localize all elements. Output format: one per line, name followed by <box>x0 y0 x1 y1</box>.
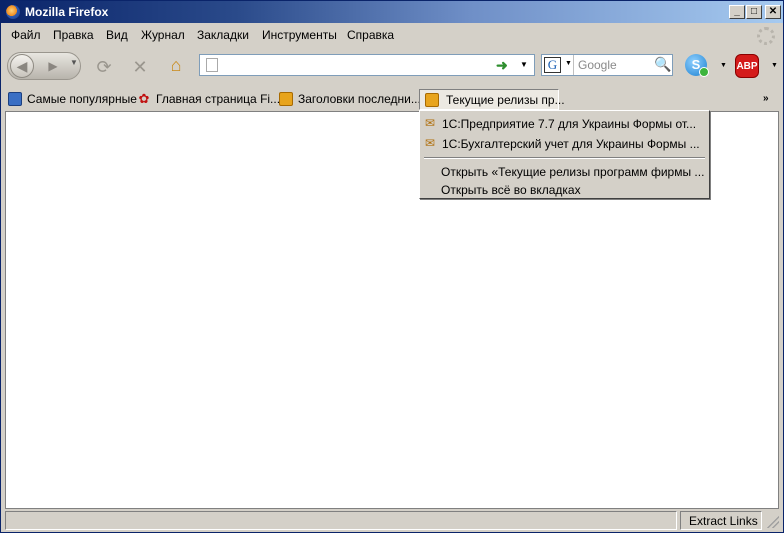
back-forward-group: ◀ ▶ ▼ <box>7 52 81 80</box>
popup-item-1c-enterprise[interactable]: ✉ 1С:Предприятие 7.7 для Украины Формы о… <box>422 114 707 132</box>
resize-grip-icon[interactable] <box>767 516 779 528</box>
skype-dropdown-icon[interactable]: ▼ <box>720 62 727 69</box>
navigation-toolbar: ◀ ▶ ▼ ⟳ ✕ ⌂ ➜ ▼ G ▼ Google 🔍 S ▼ ABP ▼ <box>1 47 783 87</box>
skype-status-icon <box>699 67 709 77</box>
forward-arrow-icon: ▶ <box>48 59 58 73</box>
go-arrow-icon[interactable]: ➜ <box>496 57 508 74</box>
page-icon <box>206 58 218 72</box>
bookmark-folder-popup: ✉ 1С:Предприятие 7.7 для Украины Формы о… <box>419 110 710 199</box>
search-bar: G ▼ Google 🔍 <box>541 54 673 76</box>
bookmark-label: Текущие релизы пр... <box>446 93 565 107</box>
window-title: Mozilla Firefox <box>25 5 109 19</box>
minimize-button[interactable]: _ <box>729 5 745 19</box>
search-input[interactable]: Google <box>578 58 617 72</box>
bookmark-label: Самые популярные <box>27 92 137 106</box>
history-dropdown-icon[interactable]: ▼ <box>70 58 78 67</box>
menu-edit[interactable]: Правка <box>53 28 94 42</box>
popup-item-label: 1С:Предприятие 7.7 для Украины Формы от.… <box>442 117 697 131</box>
menu-bookmarks[interactable]: Закладки <box>197 28 249 42</box>
popup-open-site[interactable]: Открыть «Текущие релизы программ фирмы .… <box>422 162 707 180</box>
forward-button[interactable]: ▶ <box>38 57 68 75</box>
bookmark-label: Главная страница Fi... <box>156 92 281 106</box>
bookmarks-overflow-icon[interactable]: » <box>763 93 769 104</box>
adblock-dropdown-icon[interactable]: ▼ <box>771 62 778 69</box>
menu-bar: Файл Правка Вид Журнал Закладки Инструме… <box>1 23 783 45</box>
back-button[interactable]: ◀ <box>10 54 34 78</box>
menu-view[interactable]: Вид <box>106 28 128 42</box>
bookmark-current-releases[interactable]: Текущие релизы пр... <box>419 89 565 110</box>
firefox-logo-icon <box>6 5 20 19</box>
home-icon[interactable]: ⌂ <box>166 55 186 75</box>
firefox-icon: ✿ <box>138 91 150 106</box>
bookmarks-toolbar: Самые популярные ✿ Главная страница Fi..… <box>1 88 783 110</box>
popular-icon <box>8 92 22 106</box>
maximize-button[interactable]: □ <box>746 5 762 19</box>
rss-folder-icon <box>279 92 293 106</box>
search-engine-icon[interactable]: G <box>544 57 561 73</box>
popup-item-label: Открыть всё во вкладках <box>441 183 581 197</box>
title-bar[interactable]: Mozilla Firefox _ □ ✕ <box>1 1 783 23</box>
adblock-plus-icon[interactable]: ABP <box>735 54 759 78</box>
reload-icon[interactable]: ⟳ <box>94 57 114 77</box>
feed-item-icon: ✉ <box>425 116 436 130</box>
popup-separator <box>424 157 705 159</box>
search-engine-dropdown-icon[interactable]: ▼ <box>565 60 572 67</box>
close-button[interactable]: ✕ <box>765 5 781 19</box>
feed-item-icon: ✉ <box>425 136 436 150</box>
url-dropdown-icon[interactable]: ▼ <box>520 60 528 69</box>
status-text <box>5 511 677 530</box>
popup-open-all-in-tabs[interactable]: Открыть всё во вкладках <box>422 180 707 198</box>
browser-window: Mozilla Firefox _ □ ✕ Файл Правка Вид Жу… <box>0 0 784 533</box>
back-arrow-icon: ◀ <box>16 58 28 74</box>
search-divider <box>573 55 574 75</box>
stop-icon[interactable]: ✕ <box>130 57 150 77</box>
menu-tools[interactable]: Инструменты <box>262 28 337 42</box>
popup-item-label: Открыть «Текущие релизы программ фирмы .… <box>441 165 705 179</box>
throbber-icon <box>757 27 775 45</box>
bookmark-label: Заголовки последни... <box>298 92 421 106</box>
popup-item-1c-accounting[interactable]: ✉ 1С:Бухгалтерский учет для Украины Форм… <box>422 134 707 152</box>
search-magnifier-icon[interactable]: 🔍 <box>654 56 671 73</box>
menu-help[interactable]: Справка <box>347 28 394 42</box>
url-bar[interactable]: ➜ ▼ <box>199 54 535 76</box>
rss-folder-icon <box>425 93 439 107</box>
menu-file[interactable]: Файл <box>11 28 41 42</box>
popup-item-label: 1С:Бухгалтерский учет для Украины Формы … <box>442 137 700 151</box>
extract-links-button[interactable]: Extract Links <box>680 511 762 530</box>
menu-history[interactable]: Журнал <box>141 28 185 42</box>
status-bar: Extract Links <box>1 510 783 532</box>
